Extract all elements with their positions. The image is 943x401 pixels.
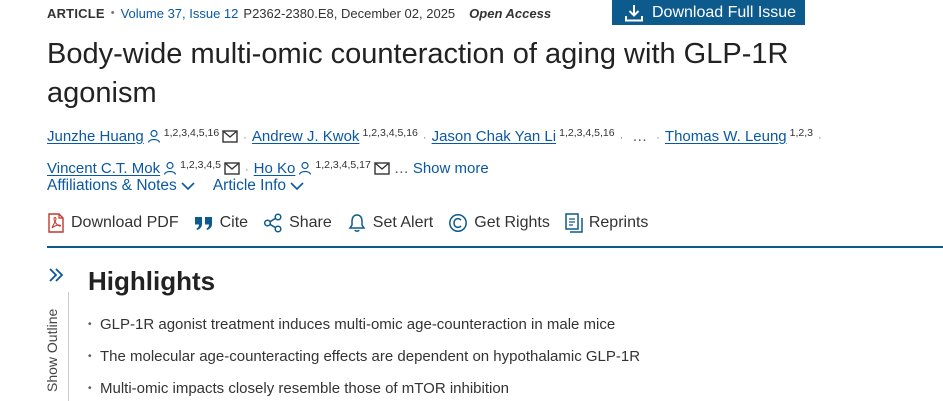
- author-affiliations: 1,2,3,4,5,16: [163, 127, 220, 139]
- author-name[interactable]: Junzhe Huang: [47, 128, 144, 145]
- author-separator: ·: [818, 132, 822, 144]
- article-type: ARTICLE: [47, 5, 105, 21]
- author-affiliations: 1,2,3,4,5,16: [362, 127, 418, 139]
- author-affiliations: 1,2,3,4,5: [180, 159, 221, 171]
- volume-issue-link[interactable]: Volume 37, Issue 12: [121, 6, 239, 21]
- cite-button[interactable]: Cite: [194, 214, 248, 232]
- person-icon[interactable]: [147, 126, 161, 152]
- get-rights-label: Get Rights: [474, 214, 550, 231]
- author-list: Junzhe Huang 1,2,3,4,5,16 · Andrew J. Kwok 1…: [47, 120, 927, 184]
- article-toolbar: Download PDF Cite Share Set Alert Get Ri…: [47, 213, 663, 233]
- download-pdf-button[interactable]: Download PDF: [47, 213, 179, 233]
- article-meta: ARTICLE • Volume 37, Issue 12 P2362-2380…: [47, 4, 551, 22]
- outline-divider: [68, 292, 69, 401]
- download-pdf-label: Download PDF: [71, 214, 179, 231]
- article-info-toggle[interactable]: Article Info: [213, 177, 304, 195]
- bullet-icon: •: [88, 383, 92, 394]
- quote-icon: [194, 217, 212, 230]
- meta-separator: •: [110, 7, 115, 19]
- authors-ellipsis: …: [393, 160, 409, 177]
- list-item: • GLP-1R agonist treatment induces multi-…: [88, 314, 640, 346]
- author-separator: ·: [243, 132, 247, 144]
- author-name[interactable]: Thomas W. Leung: [665, 128, 787, 145]
- author-name[interactable]: Vincent C.T. Mok: [47, 160, 160, 177]
- chevron-down-icon: [181, 182, 195, 191]
- show-outline-label[interactable]: Show Outline: [44, 309, 60, 392]
- author-affiliations: 1,2,3,4,5,17: [315, 159, 371, 171]
- article-info-label: Article Info: [212, 177, 287, 194]
- author-name[interactable]: Jason Chak Yan Li: [432, 128, 557, 145]
- open-access-label: Open Access: [469, 5, 552, 21]
- share-icon: [264, 213, 282, 233]
- bullet-icon: •: [88, 351, 92, 362]
- share-button[interactable]: Share: [263, 213, 332, 233]
- author-separator: ·: [619, 132, 624, 144]
- list-item: • Multi-omic impacts closely resemble tho…: [88, 378, 640, 401]
- pdf-icon: [48, 213, 64, 233]
- author-name[interactable]: Andrew J. Kwok: [252, 128, 360, 145]
- author-separator: ·: [244, 164, 249, 176]
- set-alert-label: Set Alert: [372, 214, 434, 231]
- author-affiliations: 1,2,3,4,5,16: [559, 127, 615, 139]
- highlights-list: • GLP-1R agonist treatment induces multi-…: [88, 314, 640, 401]
- article-sublinks: Affiliations & Notes Article Info: [47, 177, 304, 195]
- list-item: • The molecular age-counteracting effects…: [88, 346, 640, 378]
- affiliations-notes-toggle[interactable]: Affiliations & Notes: [47, 177, 195, 195]
- show-outline-toggle[interactable]: [47, 266, 67, 289]
- author-affiliations: 1,2,3: [789, 127, 814, 139]
- download-full-issue-button[interactable]: Download Full Issue: [612, 0, 805, 25]
- toolbar-divider: [47, 246, 943, 248]
- highlight-text: The molecular age-counteracting effects …: [100, 348, 641, 365]
- double-chevron-right-icon: [49, 268, 64, 282]
- bell-icon: [348, 214, 366, 232]
- highlights-heading: Highlights: [88, 266, 216, 296]
- share-label: Share: [289, 214, 332, 231]
- cite-label: Cite: [219, 214, 249, 231]
- get-rights-button[interactable]: Get Rights: [448, 213, 550, 233]
- copyright-icon: [449, 214, 468, 232]
- email-icon[interactable]: [222, 126, 238, 152]
- download-full-issue-label: Download Full Issue: [652, 3, 797, 21]
- article-title: Body-wide multi-omic counteraction of ag…: [47, 38, 789, 109]
- highlight-text: Multi-omic impacts closely resemble thos…: [100, 380, 510, 397]
- set-alert-button[interactable]: Set Alert: [347, 213, 433, 233]
- reprints-icon: [565, 213, 583, 233]
- highlight-text: GLP-1R agonist treatment induces multi-o…: [100, 316, 616, 333]
- email-icon[interactable]: [374, 158, 390, 184]
- bullet-icon: •: [88, 319, 92, 330]
- pages-date: P2362-2380.E8, December 02, 2025: [243, 5, 456, 21]
- reprints-label: Reprints: [588, 214, 649, 231]
- author-separator: ·: [656, 132, 660, 144]
- authors-ellipsis: …: [632, 128, 648, 145]
- chevron-down-icon: [290, 182, 304, 191]
- affiliations-notes-label: Affiliations & Notes: [47, 177, 177, 194]
- show-more-authors-link[interactable]: Show more: [413, 160, 489, 177]
- author-name[interactable]: Ho Ko: [254, 160, 296, 177]
- author-separator: ·: [422, 132, 427, 144]
- reprints-button[interactable]: Reprints: [565, 213, 649, 233]
- download-icon: [625, 4, 643, 21]
